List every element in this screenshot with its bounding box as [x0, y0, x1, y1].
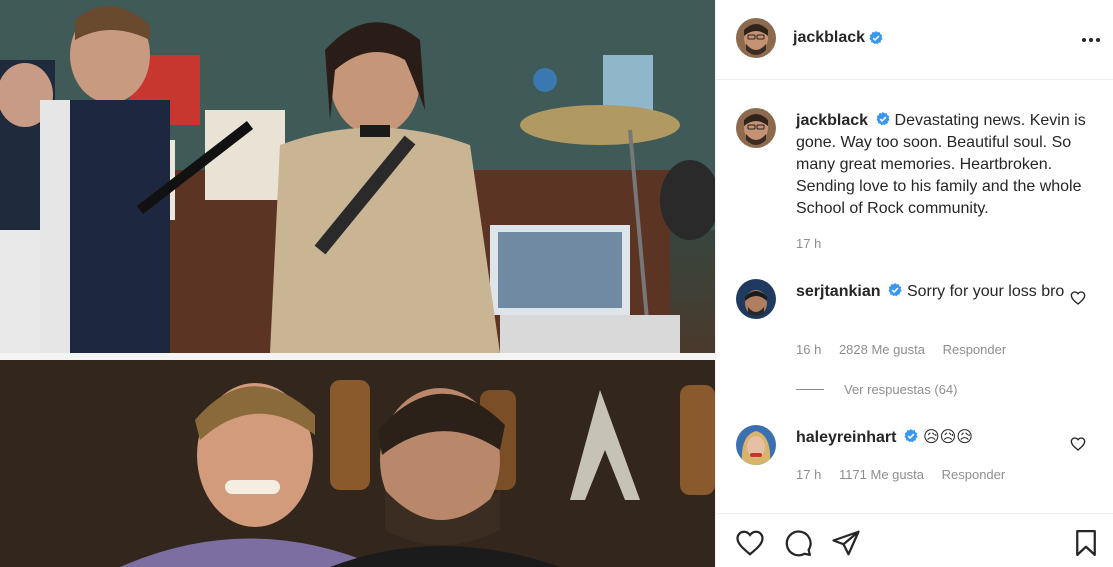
- comment-timestamp[interactable]: 16 h: [796, 342, 821, 357]
- verified-badge-icon: [904, 429, 919, 443]
- view-replies-label: Ver respuestas (64): [844, 382, 958, 397]
- comment-like-count[interactable]: 1171 Me gusta: [839, 467, 924, 482]
- post-media[interactable]: [0, 0, 715, 567]
- replies-divider-line: [796, 389, 824, 390]
- verified-badge-icon: [888, 283, 903, 297]
- verified-badge-icon: [876, 112, 890, 126]
- like-comment-heart-icon[interactable]: [1070, 436, 1086, 452]
- paper-plane-icon[interactable]: [831, 528, 861, 558]
- photo-divider: [0, 353, 715, 360]
- commenter-avatar[interactable]: [736, 425, 776, 465]
- post-photo-portrait: [0, 360, 715, 567]
- comment-text: Sorry for your loss bro: [906, 283, 1065, 300]
- verified-badge-icon: [869, 31, 883, 45]
- caption-username[interactable]: jackblack: [796, 112, 868, 129]
- heart-icon[interactable]: [735, 528, 765, 558]
- comment-username[interactable]: haleyreinhart: [796, 429, 896, 446]
- like-comment-heart-icon[interactable]: [1070, 290, 1086, 306]
- view-replies-button[interactable]: Ver respuestas (64): [796, 382, 957, 397]
- comment-icon[interactable]: [783, 528, 813, 558]
- comment-text-block: serjtankian Sorry for your loss bro: [796, 281, 1096, 303]
- comment-meta: 17 h 1171 Me gusta Responder: [796, 467, 1019, 482]
- author-username[interactable]: jackblack: [793, 29, 865, 47]
- reply-button[interactable]: Responder: [942, 467, 1006, 482]
- comment-text: 😥😥😥: [922, 429, 973, 446]
- caption-avatar[interactable]: [736, 108, 776, 148]
- post-photo-classroom: [0, 0, 715, 353]
- comment-like-count[interactable]: 2828 Me gusta: [839, 342, 925, 357]
- caption-text-block: jackblack Devastating news. Kevin is gon…: [796, 110, 1096, 220]
- more-horizontal-icon: [1082, 38, 1086, 42]
- comment-meta: 16 h 2828 Me gusta Responder: [796, 342, 1020, 357]
- author-avatar[interactable]: [736, 18, 776, 58]
- post-header: jackblack: [716, 0, 1113, 80]
- post-side-panel: jackblack jackblack Devastating news. Ke…: [715, 0, 1113, 567]
- bookmark-icon[interactable]: [1071, 528, 1101, 558]
- commenter-avatar[interactable]: [736, 279, 776, 319]
- caption-timestamp[interactable]: 17 h: [796, 236, 821, 251]
- comment-username[interactable]: serjtankian: [796, 283, 880, 300]
- reply-button[interactable]: Responder: [943, 342, 1007, 357]
- more-options-button[interactable]: [1079, 28, 1103, 52]
- caption-meta: 17 h: [796, 236, 835, 251]
- comment-text-block: haleyreinhart 😥😥😥: [796, 427, 1096, 449]
- post-action-bar: [716, 513, 1113, 567]
- comment-timestamp[interactable]: 17 h: [796, 467, 821, 482]
